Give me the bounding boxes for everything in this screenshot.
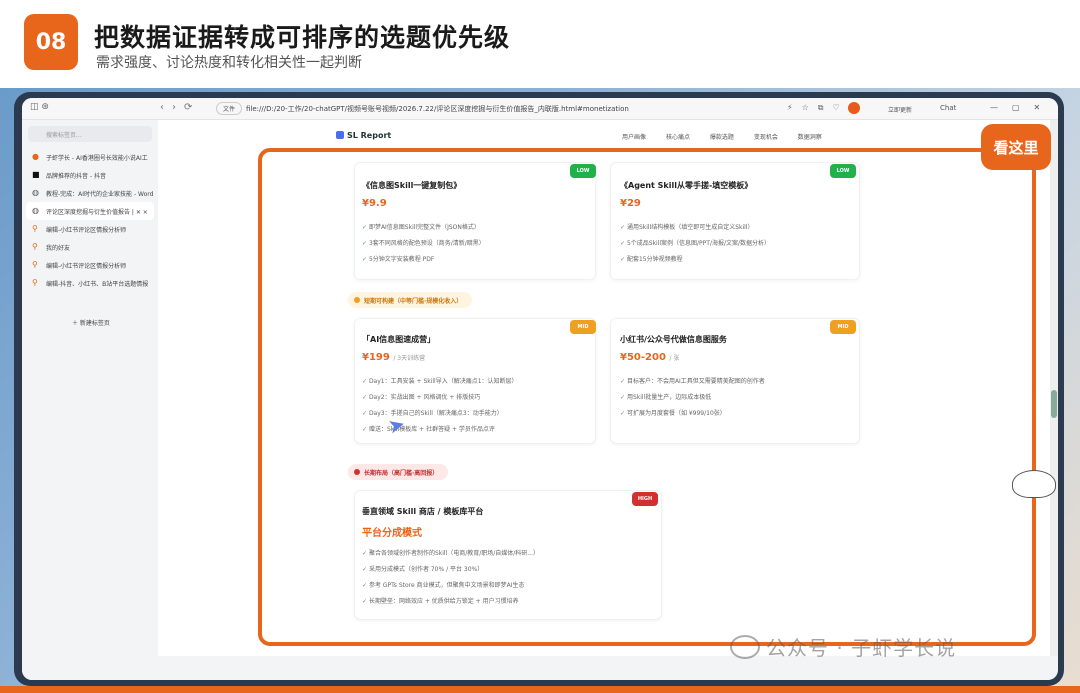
new-tab-button[interactable]: ＋ 新建标签页 [72,318,110,327]
toolbar-icons[interactable]: ⚡☆⧉♡ [787,103,849,113]
window-controls[interactable]: —▢✕ [990,103,1054,112]
slide-header: 08 把数据证据转成可排序的选题优先级 需求强度、讨论热度和转化相关性一起判断 [0,0,1080,88]
tab-search-input[interactable]: 搜索标签页... [28,126,152,142]
sidebar-toggle-icon[interactable]: ◫ ⊛ [30,102,49,112]
nav-item-users[interactable]: 用户画像 [622,134,646,141]
bottom-accent-line [0,686,1080,693]
nav-item-topics[interactable]: 爆款选题 [710,134,734,141]
sidebar-tab-active[interactable]: ◍ 评论区深度挖掘与衍生价值报告 | ✕ × [26,202,154,220]
brand-logo[interactable]: SL Report [336,131,391,140]
sidebar-tab[interactable]: ◍ 教程-完成：AI时代的企业家技能 - Word [26,184,154,202]
sidebar-tab[interactable]: ⚲ 编辑-抖音、小红书、B站平台选题情报 [26,274,154,292]
slide-subtitle: 需求强度、讨论热度和转化相关性一起判断 [96,55,362,71]
sidebar-tab[interactable]: ⚲ 编辑-小红书评论区情报分析师 [26,256,154,274]
sidebar-tab[interactable]: ■ 品牌推荐的抖音 - 抖音 [26,166,154,184]
nav-buttons[interactable]: ‹›⟳ [160,102,200,113]
globe-icon: ◍ [32,206,39,215]
report-navbar: SL Report 用户画像 核心痛点 爆款选题 变现机会 数据洞察 [158,120,1050,148]
sidebar-tab[interactable]: ● 子虾学长 - AI香港圈号长效能小说AI工 [26,148,154,166]
chart-icon [336,131,344,139]
callout-label: 看这里 [981,124,1051,170]
nav-item-monetization[interactable]: 变现机会 [754,134,778,141]
watermark: 公众号 · 子虾学长说 [730,632,956,661]
page-scrollbar[interactable] [1050,120,1058,656]
vertical-tabs-sidebar: ⌕ 搜索标签页... ●子虾学长 - AI香港圈号长效能小说AI工 ■品牌推荐的… [22,120,158,680]
sidebar-tab[interactable]: ⚲ 我的好友 [26,238,154,256]
nav-item-pain[interactable]: 核心痛点 [666,134,690,141]
sidebar-tab[interactable]: ⚲ 编辑-小红书评论区情报分析师 [26,220,154,238]
wechat-icon [730,635,760,659]
slide-title: 把数据证据转成可排序的选题优先级 [94,23,511,52]
pin-icon: ⚲ [32,278,38,287]
globe-icon: ◍ [32,188,39,197]
url-input[interactable]: file:///D:/20-工作/20-chatGPT/视频号账号视频/2026… [246,104,629,114]
highlight-frame [258,148,1036,646]
profile-avatar[interactable] [848,102,860,114]
nav-item-insights[interactable]: 数据洞察 [798,134,822,141]
update-button[interactable]: 立即更新 [888,105,912,114]
report-nav: 用户画像 核心痛点 爆款选题 变现机会 数据洞察 [622,132,840,141]
tab-favicon-icon: ● [32,152,39,161]
pin-icon: ⚲ [32,224,38,233]
pin-icon: ⚲ [32,242,38,251]
chat-button[interactable]: Chat [940,104,956,112]
address-bar: ◫ ⊛ ‹›⟳ 文件 file:///D:/20-工作/20-chatGPT/视… [22,98,1058,120]
slide-number-badge: 08 [24,14,78,70]
tiktok-icon: ■ [32,170,40,179]
cat-sticker-icon [1012,470,1056,498]
url-scheme-badge: 文件 [216,102,242,115]
pin-icon: ⚲ [32,260,38,269]
scrollbar-thumb[interactable] [1051,390,1057,418]
